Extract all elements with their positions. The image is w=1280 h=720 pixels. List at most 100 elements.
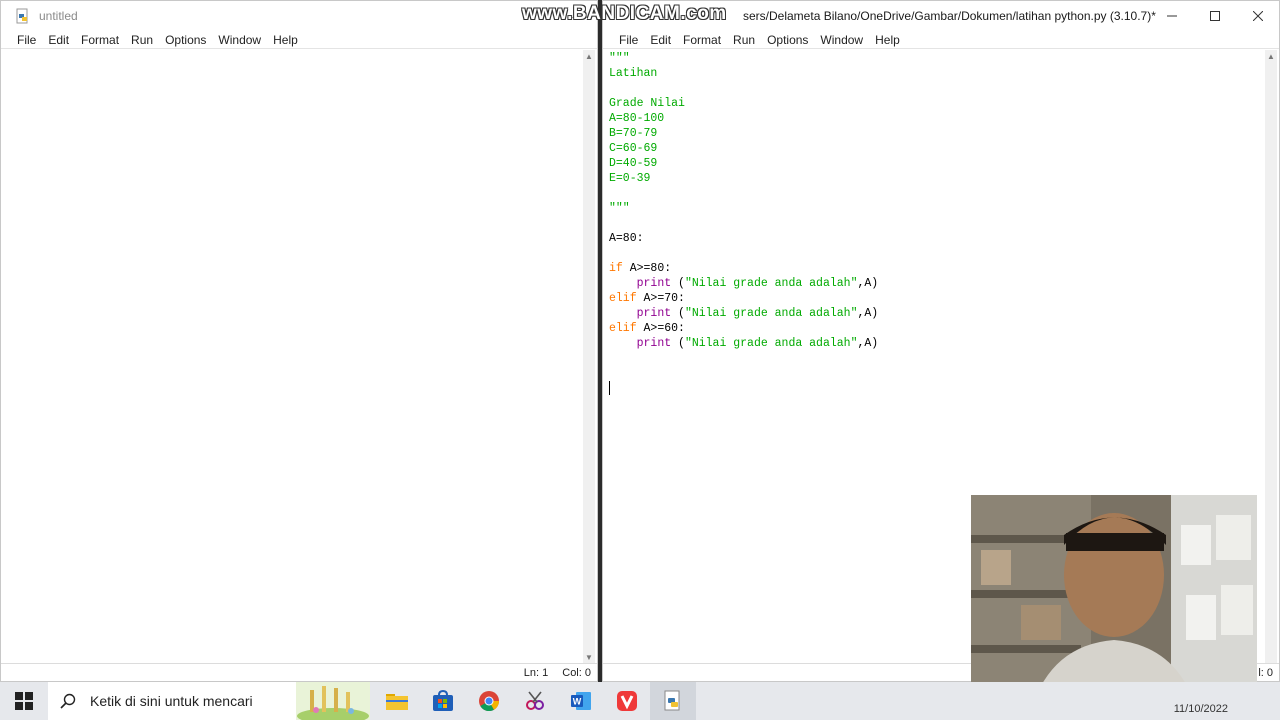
code-line[interactable] [609,351,878,366]
windows-logo-icon [15,692,33,710]
code-line[interactable] [609,216,878,231]
scroll-up-icon[interactable]: ▲ [1265,50,1277,62]
code-token: "Nilai grade anda adalah" [684,277,858,290]
menu-edit[interactable]: Edit [42,33,75,47]
python-idle-button[interactable] [650,682,696,720]
code-line[interactable]: """ [609,201,878,216]
code-line[interactable] [609,246,878,261]
code-line[interactable]: Grade Nilai [609,96,878,111]
code-token: print [636,277,672,290]
code-token: A=80: [609,232,644,245]
webcam-overlay [971,495,1257,710]
word-button[interactable]: W [558,682,604,720]
snipping-tool-icon [526,691,544,710]
code-token: "Nilai grade anda adalah" [684,307,858,320]
python-idle-icon [664,690,680,711]
maximize-button[interactable] [1193,1,1236,31]
code-token: """ [609,202,630,215]
menu-run[interactable]: Run [727,33,761,47]
bandicam-watermark: www.BANDICAM.com [522,3,727,24]
title-bar[interactable]: untitled — [1,1,597,31]
menu-edit[interactable]: Edit [644,33,677,47]
text-cursor [609,381,610,395]
scroll-up-icon[interactable]: ▲ [583,50,595,62]
code-line[interactable] [609,186,878,201]
file-explorer-button[interactable] [374,682,420,720]
taskbar-search-box[interactable]: Ketik di sini untuk mencari [48,682,370,720]
menu-format[interactable]: Format [75,33,125,47]
close-button[interactable] [1236,1,1279,31]
menu-help[interactable]: Help [869,33,906,47]
svg-text:W: W [573,697,582,707]
code-token: print [636,337,672,350]
status-line: Ln: 1 [523,666,549,679]
editor-text-area[interactable] [7,50,581,663]
code-line[interactable] [609,81,878,96]
code-line[interactable]: elif A>=60: [609,321,878,336]
menu-window[interactable]: Window [814,33,869,47]
code-token: ,A) [857,337,879,350]
code-line[interactable]: C=60-69 [609,141,878,156]
code-line[interactable]: A=80-100 [609,111,878,126]
menu-file[interactable]: File [613,33,644,47]
scroll-down-icon[interactable]: ▼ [583,651,595,663]
code-token: A=80-100 [609,112,665,125]
code-line[interactable] [609,366,878,381]
code-token: elif [609,322,637,335]
taskbar-date: 11/10/2022 [1173,703,1228,715]
menu-format[interactable]: Format [677,33,727,47]
code-line[interactable]: E=0-39 [609,171,878,186]
code-line[interactable]: Latihan [609,66,878,81]
chrome-button[interactable] [466,682,512,720]
vertical-scrollbar[interactable]: ▲ [1265,50,1277,663]
code-line[interactable]: B=70-79 [609,126,878,141]
window-title: sers/Delameta Bilano/OneDrive/Gambar/Dok… [743,9,1156,23]
code-token: A>=70: [636,292,685,305]
code-line[interactable]: print ("Nilai grade anda adalah",A) [609,336,879,351]
snipping-tool-button[interactable] [512,682,558,720]
code-line[interactable] [609,381,878,396]
code-token: A>=60: [636,322,685,335]
code-line[interactable]: print ("Nilai grade anda adalah",A) [609,276,879,291]
taskbar: Ketik di sini untuk mencari W [0,682,1280,720]
vivaldi-icon [617,691,637,711]
code-token: ( [671,337,685,350]
microsoft-store-icon [433,690,453,711]
start-button[interactable] [0,682,48,720]
idle-window-untitled[interactable]: untitled — File Edit Format Run Options Windo… [0,0,598,682]
search-highlight-art-icon [296,682,370,720]
desktop: untitled — File Edit Format Run Options Windo… [0,0,1280,720]
code-token: ,A) [857,307,879,320]
menu-window[interactable]: Window [212,33,267,47]
code-line[interactable]: print ("Nilai grade anda adalah",A) [609,306,879,321]
code-line[interactable]: """ [609,51,878,66]
code-token: "Nilai grade anda adalah" [684,337,858,350]
code-token: Latihan [609,67,658,80]
code-token: B=70-79 [609,127,658,140]
code-token: print [636,307,672,320]
menu-options[interactable]: Options [159,33,212,47]
code-token: E=0-39 [609,172,651,185]
menu-bar: File Edit Format Run Options Window Help [603,31,1279,49]
microsoft-store-button[interactable] [420,682,466,720]
code-token: A>=80: [622,262,672,275]
code-line[interactable]: A=80: [609,231,878,246]
menu-help[interactable]: Help [267,33,304,47]
vertical-scrollbar[interactable]: ▲ ▼ [583,50,595,663]
status-column: Col: 0 [562,666,591,679]
menu-file[interactable]: File [11,33,42,47]
menu-run[interactable]: Run [125,33,159,47]
code-line[interactable]: elif A>=70: [609,291,878,306]
code-line[interactable]: D=40-59 [609,156,878,171]
minimize-button[interactable] [1150,1,1193,31]
file-explorer-icon [386,694,408,710]
vivaldi-button[interactable] [604,682,650,720]
code-line[interactable]: if A>=80: [609,261,878,276]
menu-options[interactable]: Options [761,33,814,47]
status-bar: Ln: 1 Col: 0 [1,663,597,681]
code-content[interactable]: """ Latihan Grade Nilai A=80-100 B=70-79 C=60… [609,51,878,396]
word-icon: W [571,692,591,710]
